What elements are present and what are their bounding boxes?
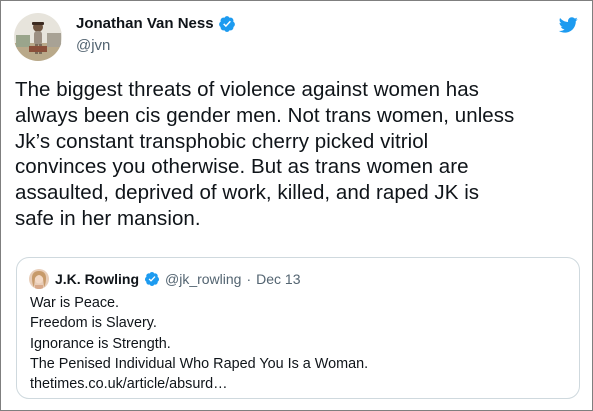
tweet-text-line: always been cis gender men. Not trans wo…	[15, 103, 515, 127]
quoted-link[interactable]: thetimes.co.uk/article/absurd…	[30, 374, 368, 394]
tweet-body: The biggest threats of violence against …	[15, 77, 575, 232]
quoted-tweet-body: War is Peace. Freedom is Slavery. Ignora…	[30, 293, 368, 394]
tweet-text-line: The biggest threats of violence against …	[15, 78, 479, 101]
verified-badge-icon	[144, 272, 159, 286]
author-avatar[interactable]	[14, 13, 62, 61]
quoted-tweet[interactable]: J.K. Rowling @jk_rowling · Dec 13 War is…	[16, 257, 580, 399]
quoted-author-handle[interactable]: @jk_rowling	[165, 270, 241, 288]
quoted-avatar-photo	[29, 269, 49, 289]
quoted-tweet-date[interactable]: Dec 13	[256, 270, 300, 288]
quoted-author-name[interactable]: J.K. Rowling	[55, 270, 139, 288]
quoted-text-line: War is Peace.	[30, 295, 120, 311]
user-avatar-photo	[14, 13, 62, 61]
quoted-text-line: The Penised Individual Who Raped You Is …	[30, 355, 369, 372]
tweet-text-line: safe in her mansion.	[15, 206, 201, 230]
author-name[interactable]: Jonathan Van Ness	[76, 14, 236, 34]
twitter-bird-icon[interactable]	[557, 15, 579, 35]
header-separator: ·	[246, 271, 252, 287]
quoted-text-line: Ignorance is Strength.	[30, 335, 171, 352]
tweet-text-line: convinces you otherwise. But as trans wo…	[15, 155, 469, 179]
tweet-text-line: assaulted, deprived of work, killed, and…	[15, 181, 480, 205]
quoted-text-line: Freedom is Slavery.	[30, 315, 157, 332]
quoted-tweet-header: J.K. Rowling @jk_rowling · Dec 13	[29, 269, 301, 289]
tweet-card[interactable]: Jonathan Van Ness @jvn The biggest threa…	[0, 0, 593, 411]
verified-badge-icon	[218, 16, 235, 32]
tweet-text-line: Jk’s constant transphobic cherry picked …	[15, 129, 429, 153]
author-name-text: Jonathan Van Ness	[76, 15, 214, 32]
author-handle[interactable]: @jvn	[76, 36, 110, 56]
quoted-author-avatar[interactable]	[29, 269, 49, 289]
